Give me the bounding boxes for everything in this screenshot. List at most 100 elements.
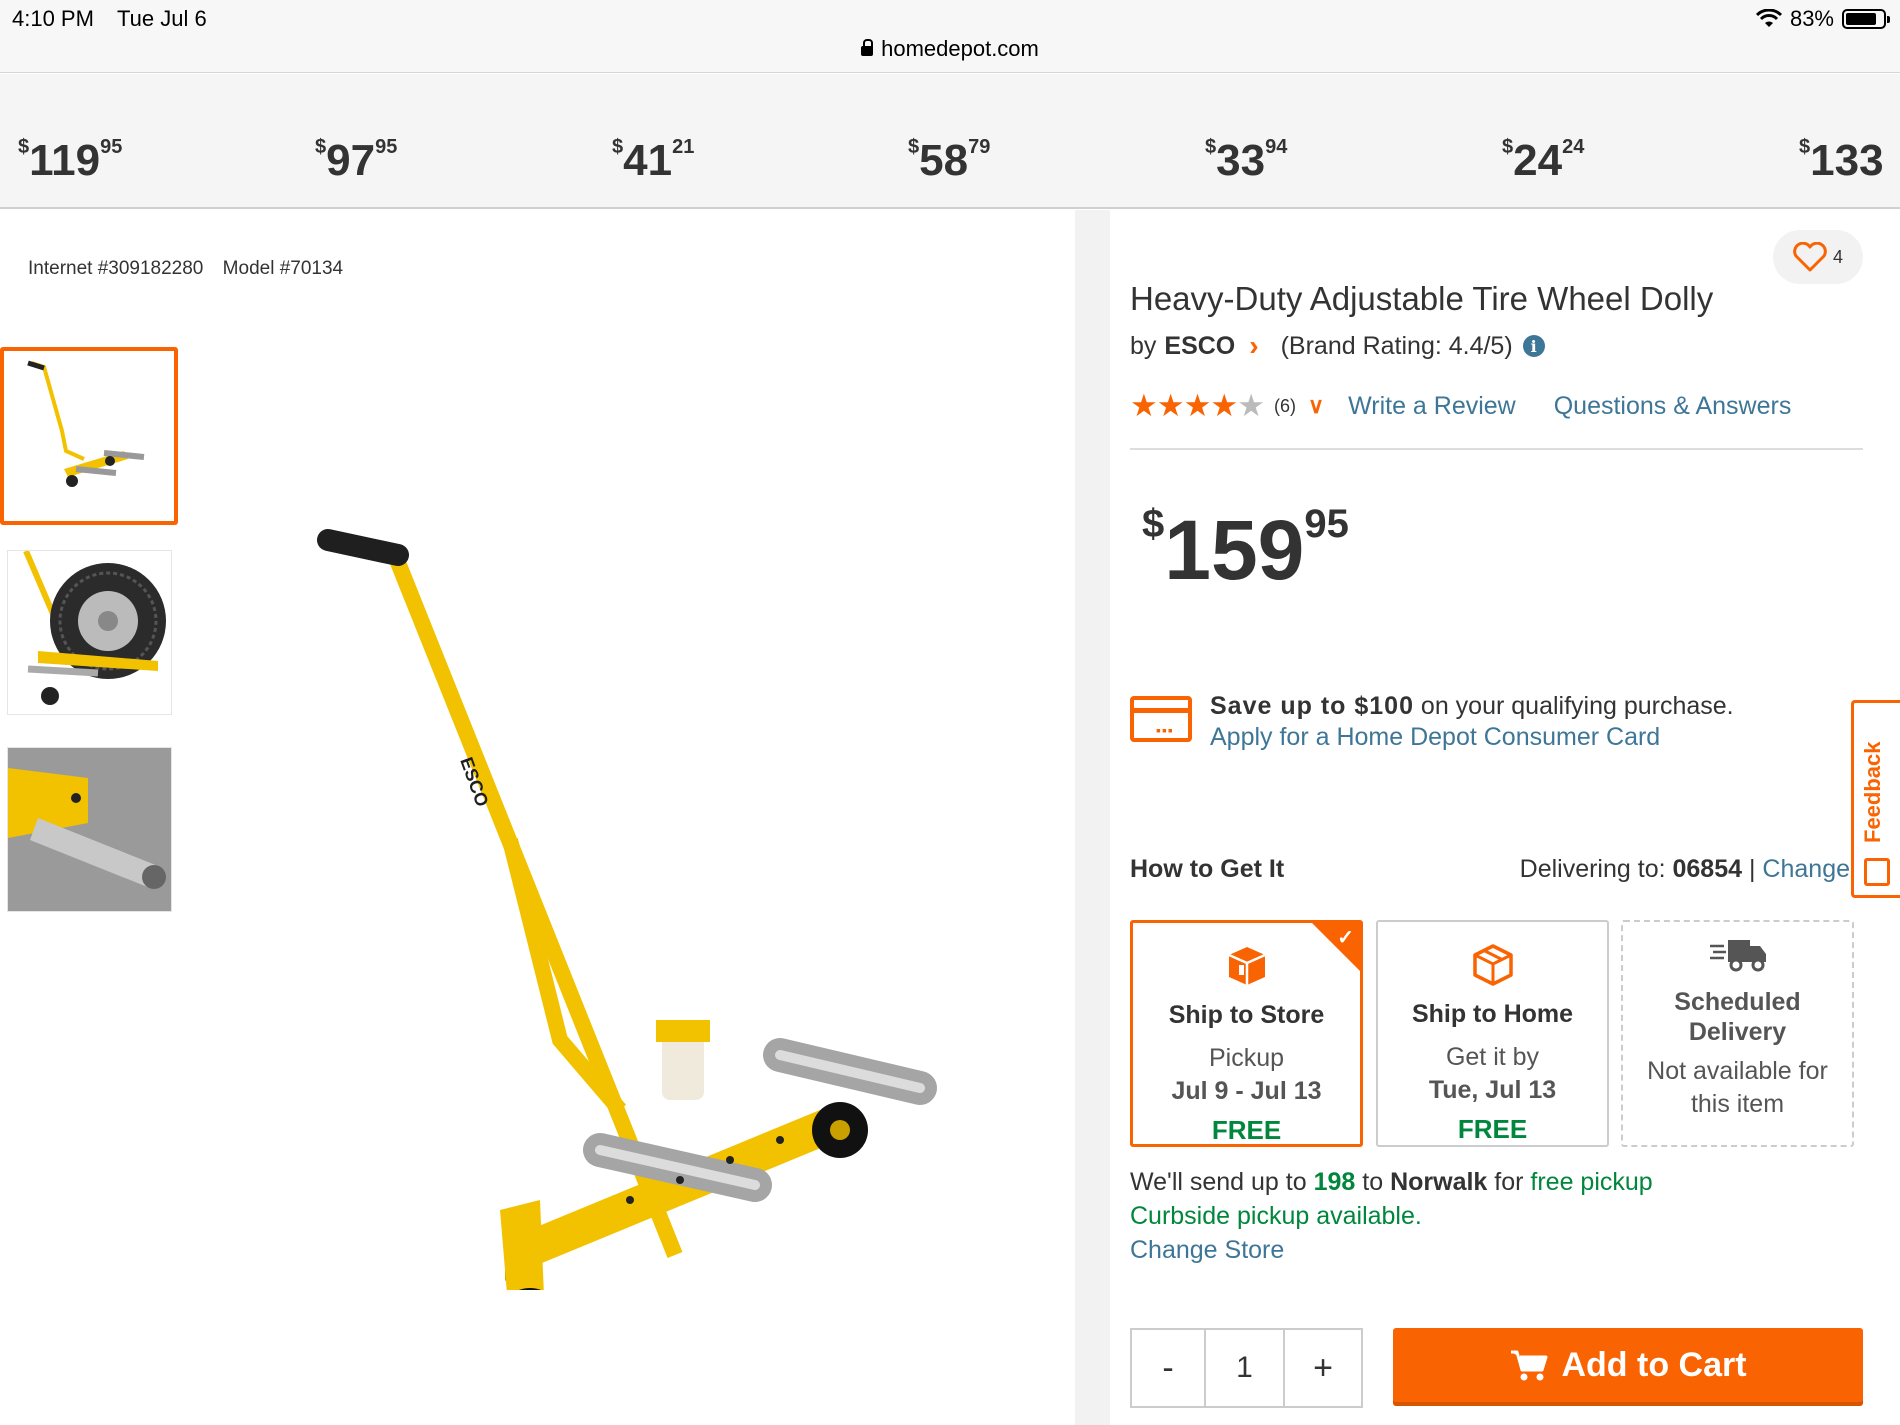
panel-divider [1075, 210, 1110, 1425]
delivery-separator: | [1742, 855, 1763, 883]
feedback-tab[interactable]: Feedback [1851, 700, 1900, 898]
edit-icon [1864, 858, 1890, 886]
fulfillment-name: Ship to Store [1168, 1001, 1325, 1029]
change-store-link[interactable]: Change Store [1130, 1233, 1653, 1267]
strip-price-currency: $ [18, 136, 30, 158]
strip-price-cents: 94 [1265, 136, 1288, 158]
add-to-cart-label: Add to Cart [1561, 1345, 1747, 1384]
review-count[interactable]: (6) [1274, 396, 1296, 417]
url-bar[interactable]: homedepot.com [0, 36, 1900, 62]
store-box-icon [1227, 947, 1266, 985]
pickup-text: We'll send up to [1130, 1168, 1314, 1196]
chevron-right-icon[interactable]: › [1249, 330, 1258, 362]
dolly-with-tire-image [23, 551, 166, 705]
product-identifiers: Internet #309182280 Model #70134 [28, 258, 357, 280]
promo-rest: on your qualifying purchase. [1413, 692, 1734, 720]
promo-save: Save up to $100 [1210, 692, 1414, 720]
fulfillment-sub: Not available for this item [1647, 1057, 1828, 1118]
info-icon[interactable]: i [1522, 335, 1545, 357]
star-icon: ★ [1156, 388, 1185, 423]
star-icon: ★ [1210, 388, 1238, 423]
write-review-link[interactable]: Write a Review [1348, 392, 1516, 421]
related-products-price-strip: $11995 $9795 $4121 $5879 $3394 $2424 $133 [0, 74, 1900, 209]
strip-price[interactable]: $2424 [1502, 136, 1584, 186]
strip-price-dollars: 58 [919, 136, 969, 185]
strip-price-currency: $ [315, 136, 327, 158]
strip-price[interactable]: $11995 [18, 136, 122, 186]
strip-price-cents: 95 [375, 136, 398, 158]
brand-link[interactable]: ESCO [1164, 332, 1235, 361]
strip-price[interactable]: $9795 [315, 136, 397, 186]
free-pickup-link[interactable]: free pickup [1530, 1168, 1652, 1196]
change-zip-link[interactable]: Change [1762, 855, 1850, 883]
how-to-get-header: How to Get It Delivering to: 06854 | Cha… [1130, 855, 1870, 891]
pickup-count: 198 [1313, 1168, 1356, 1196]
favorite-count: 4 [1832, 246, 1843, 267]
apply-card-link[interactable]: Apply for a Home Depot Consumer Card [1210, 723, 1660, 751]
delivering-label: Delivering to: [1519, 855, 1673, 883]
product-details-panel: 4 Heavy-Duty Adjustable Tire Wheel Dolly… [1110, 210, 1900, 1425]
fulfillment-name: Ship to Home [1411, 1000, 1574, 1028]
internet-number: Internet #309182280 [28, 258, 204, 279]
pickup-to: to [1355, 1168, 1391, 1196]
star-rating[interactable]: ★★★★★ [1130, 388, 1265, 424]
divider [1130, 448, 1863, 450]
lock-icon [861, 39, 874, 56]
fulfillment-date: Tue, Jul 13 [1428, 1075, 1557, 1104]
wifi-icon [1755, 9, 1782, 27]
star-icon: ★ [1237, 388, 1265, 423]
strip-price[interactable]: $3394 [1205, 136, 1287, 186]
decrease-quantity-button[interactable]: - [1132, 1330, 1206, 1406]
status-date: Tue Jul 6 [117, 6, 207, 31]
thumbnail-1[interactable] [0, 347, 178, 525]
chevron-down-icon[interactable]: ∨ [1308, 393, 1324, 419]
model-number: Model #70134 [222, 258, 344, 279]
favorite-button[interactable]: 4 [1773, 230, 1863, 284]
ship-to-store-option[interactable]: ✓ Ship to Store Pickup Jul 9 - Jul 13 FR… [1130, 920, 1363, 1147]
heart-icon [1793, 242, 1827, 272]
add-to-cart-button[interactable]: Add to Cart [1393, 1328, 1863, 1402]
credit-card-icon: ▪▪▪ [1130, 696, 1192, 742]
fulfillment-price: FREE [1211, 1115, 1282, 1145]
strip-price-currency: $ [908, 136, 920, 158]
package-icon [1472, 944, 1513, 986]
battery-percent: 83% [1789, 6, 1834, 31]
truck-icon [1709, 940, 1766, 972]
fulfillment-sub: Pickup [1208, 1044, 1285, 1072]
questions-answers-link[interactable]: Questions & Answers [1554, 392, 1792, 421]
dolly-thumbnail-image [27, 360, 145, 487]
dolly-roller-closeup-image [8, 748, 171, 911]
pickup-store: Norwalk [1390, 1168, 1488, 1196]
strip-price-dollars: 33 [1216, 136, 1266, 185]
strip-price[interactable]: $133 [1799, 136, 1884, 186]
pickup-info: We'll send up to 198 to Norwalk for free… [1130, 1165, 1653, 1267]
ship-to-home-option[interactable]: Ship to Home Get it by Tue, Jul 13 FREE [1376, 920, 1609, 1147]
price-cents: 95 [1304, 502, 1349, 546]
strip-price-cents: 79 [968, 136, 991, 158]
product-title: Heavy-Duty Adjustable Tire Wheel Dolly [1130, 280, 1714, 317]
strip-price-currency: $ [1799, 136, 1811, 158]
main-product-image: ESCO [317, 529, 937, 1290]
price-currency: $ [1142, 502, 1165, 546]
product-image-panel: Internet #309182280 Model #70134 ESCO [0, 210, 1075, 1425]
status-time: 4:10 PM [12, 6, 94, 31]
strip-price[interactable]: $4121 [612, 136, 694, 186]
thumbnail-3[interactable] [7, 747, 172, 912]
thumbnail-2[interactable] [7, 550, 172, 715]
increase-quantity-button[interactable]: + [1285, 1330, 1361, 1406]
scheduled-delivery-option: Scheduled Delivery Not available for thi… [1621, 920, 1854, 1147]
star-icon: ★ [1183, 388, 1212, 423]
fulfillment-sub: Get it by [1445, 1043, 1540, 1071]
quantity-input[interactable]: 1 [1206, 1330, 1285, 1406]
browser-status-bar: 4:10 PM Tue Jul 6 83% homedepot.com [0, 0, 1900, 73]
strip-price-cents: 24 [1562, 136, 1585, 158]
strip-price[interactable]: $5879 [908, 136, 990, 186]
price-dollars: 159 [1164, 503, 1305, 597]
curbside-text: Curbside pickup available. [1130, 1202, 1422, 1230]
quantity-stepper: - 1 + [1130, 1328, 1363, 1408]
promo-text: Save up to $100 on your qualifying purch… [1210, 692, 1734, 721]
strip-price-cents: 95 [100, 136, 123, 158]
how-to-get-title: How to Get It [1130, 855, 1285, 883]
credit-card-promo: ▪▪▪ Save up to $100 on your qualifying p… [1130, 680, 1870, 751]
strip-price-currency: $ [1205, 136, 1217, 158]
